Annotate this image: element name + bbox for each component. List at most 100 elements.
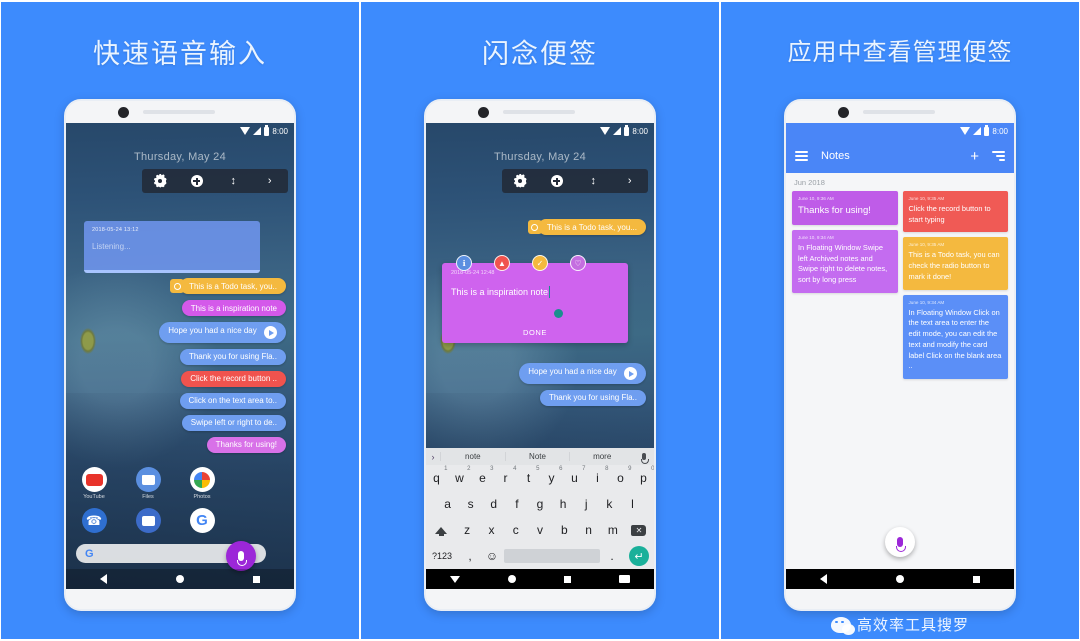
alert-action-icon[interactable]: ▲ — [494, 255, 510, 271]
bubble-text-area-hint[interactable]: Click on the text area to.. — [179, 392, 286, 409]
key-d[interactable]: d — [483, 497, 504, 511]
chevron-right-icon[interactable]: › — [426, 452, 440, 462]
mic-fab-button[interactable] — [226, 541, 256, 571]
recents-button[interactable] — [252, 575, 260, 583]
hamburger-icon[interactable] — [795, 148, 808, 163]
space-key[interactable] — [504, 549, 600, 563]
app-files[interactable]: Files — [134, 467, 162, 500]
emoji-key[interactable]: ☺ — [482, 549, 502, 563]
key-q[interactable]: 1q — [426, 466, 447, 485]
key-i[interactable]: 8i — [587, 466, 608, 485]
done-button[interactable]: DONE — [442, 328, 628, 337]
symbols-key[interactable]: ?123 — [426, 551, 458, 561]
bubble-nice-day[interactable]: Hope you had a nice day — [159, 322, 286, 343]
info-action-icon[interactable]: ℹ — [456, 255, 472, 271]
key-p[interactable]: 0p — [633, 466, 654, 485]
period-key[interactable]: . — [602, 549, 622, 563]
key-n[interactable]: n — [577, 523, 599, 537]
resize-updown-icon[interactable]: ↕ — [225, 173, 241, 189]
play-icon[interactable] — [624, 367, 637, 380]
bubble-todo[interactable]: This is a Todo task, you.. — [180, 278, 286, 294]
keyboard-mic-icon[interactable] — [634, 453, 654, 464]
back-button[interactable] — [450, 575, 460, 583]
bubble-row[interactable]: Thank you for using Fla.. — [426, 389, 654, 406]
note-edit-text[interactable]: This is a inspiration note — [451, 286, 551, 298]
back-button[interactable] — [100, 574, 108, 584]
bubble-nice-day[interactable]: Hope you had a nice day — [519, 363, 646, 384]
note-edit-card[interactable]: 2018-05-24 12:48 This is a inspiration n… — [442, 263, 628, 343]
key-l[interactable]: l — [622, 497, 643, 511]
recents-button[interactable] — [972, 575, 980, 583]
key-c[interactable]: c — [505, 523, 527, 537]
recents-button[interactable] — [564, 575, 571, 583]
key-u[interactable]: 7u — [564, 466, 585, 485]
key-e[interactable]: 3e — [472, 466, 493, 485]
note-card[interactable]: June 10, 9:34 AM In Floating Window Swip… — [792, 229, 898, 293]
backspace-key[interactable]: ✕ — [626, 524, 652, 536]
key-y[interactable]: 6y — [541, 466, 563, 485]
key-v[interactable]: v — [529, 523, 551, 537]
app-youtube[interactable]: YouTube — [80, 467, 108, 500]
collapse-chevron-icon[interactable]: › — [262, 173, 278, 189]
key-r[interactable]: 4r — [495, 466, 517, 485]
key-s[interactable]: s — [460, 497, 481, 511]
key-g[interactable]: g — [529, 497, 550, 511]
settings-gear-icon[interactable] — [152, 173, 168, 189]
add-plus-icon[interactable] — [189, 173, 205, 189]
bubble-thank-you[interactable]: Thank you for using Fla.. — [539, 389, 646, 406]
listening-note-card[interactable]: 2018-05-24 13:12 Listening... — [84, 221, 260, 273]
key-h[interactable]: h — [553, 497, 574, 511]
resize-updown-icon[interactable]: ↕ — [585, 173, 601, 189]
key-m[interactable]: m — [602, 523, 624, 537]
radio-icon[interactable] — [170, 279, 185, 293]
note-card[interactable]: June 10, 9:34 AM In Floating Window Clic… — [902, 294, 1008, 380]
note-card[interactable]: June 10, 9:35 AM This is a Todo task, yo… — [902, 237, 1008, 290]
bubble-row[interactable]: This is a Todo task, you.. — [66, 278, 294, 294]
key-a[interactable]: a — [437, 497, 458, 511]
text-cursor-handle[interactable] — [554, 309, 563, 318]
key-x[interactable]: x — [480, 523, 502, 537]
check-action-icon[interactable]: ✓ — [532, 255, 548, 271]
key-j[interactable]: j — [576, 497, 597, 511]
add-note-button[interactable]: + — [970, 148, 979, 165]
bubble-row[interactable]: Swipe left or right to de.. — [66, 414, 294, 431]
collapse-chevron-icon[interactable]: › — [622, 173, 638, 189]
bubble-row[interactable]: This is a Todo task, you... — [426, 219, 654, 235]
key-z[interactable]: z — [456, 523, 478, 537]
suggestion-2[interactable]: Note — [504, 452, 570, 461]
bubble-row[interactable]: Thank you for using Fla.. — [66, 348, 294, 365]
key-f[interactable]: f — [506, 497, 527, 511]
enter-key[interactable]: ↵ — [624, 546, 654, 566]
mic-fab-button[interactable] — [885, 527, 915, 557]
home-button[interactable] — [175, 575, 184, 583]
key-w[interactable]: 2w — [449, 466, 470, 485]
play-icon[interactable] — [264, 326, 277, 339]
bubble-thanks[interactable]: Thanks for using! — [206, 436, 286, 453]
bubble-inspiration[interactable]: This is a inspiration note — [181, 300, 286, 316]
app-google[interactable] — [188, 508, 216, 533]
app-photos[interactable]: Photos — [188, 467, 216, 500]
key-k[interactable]: k — [599, 497, 620, 511]
keyboard-button[interactable] — [619, 575, 630, 583]
bubble-row[interactable]: Click on the text area to.. — [66, 392, 294, 409]
home-button[interactable] — [508, 575, 516, 583]
key-t[interactable]: 5t — [518, 466, 540, 485]
app-phone[interactable] — [80, 508, 108, 533]
bubble-thank-you[interactable]: Thank you for using Fla.. — [179, 348, 286, 365]
key-b[interactable]: b — [553, 523, 575, 537]
settings-gear-icon[interactable] — [512, 173, 528, 189]
suggestion-1[interactable]: note — [440, 452, 505, 461]
bubble-row[interactable]: Click the record button .. — [66, 370, 294, 387]
key-o[interactable]: 9o — [610, 466, 631, 485]
bubble-row[interactable]: Hope you had a nice day — [426, 363, 654, 384]
bubble-todo[interactable]: This is a Todo task, you... — [537, 219, 646, 235]
shift-key[interactable] — [428, 526, 454, 536]
bubble-row[interactable]: Hope you had a nice day — [66, 322, 294, 343]
bubble-record-hint[interactable]: Click the record button .. — [181, 370, 286, 387]
sort-icon[interactable] — [992, 148, 1005, 163]
bubble-row[interactable]: This is a inspiration note — [66, 300, 294, 316]
app-messages[interactable] — [134, 508, 162, 533]
home-button[interactable] — [895, 575, 904, 583]
bubble-swipe-hint[interactable]: Swipe left or right to de.. — [181, 414, 286, 431]
comma-key[interactable]: , — [460, 549, 480, 563]
